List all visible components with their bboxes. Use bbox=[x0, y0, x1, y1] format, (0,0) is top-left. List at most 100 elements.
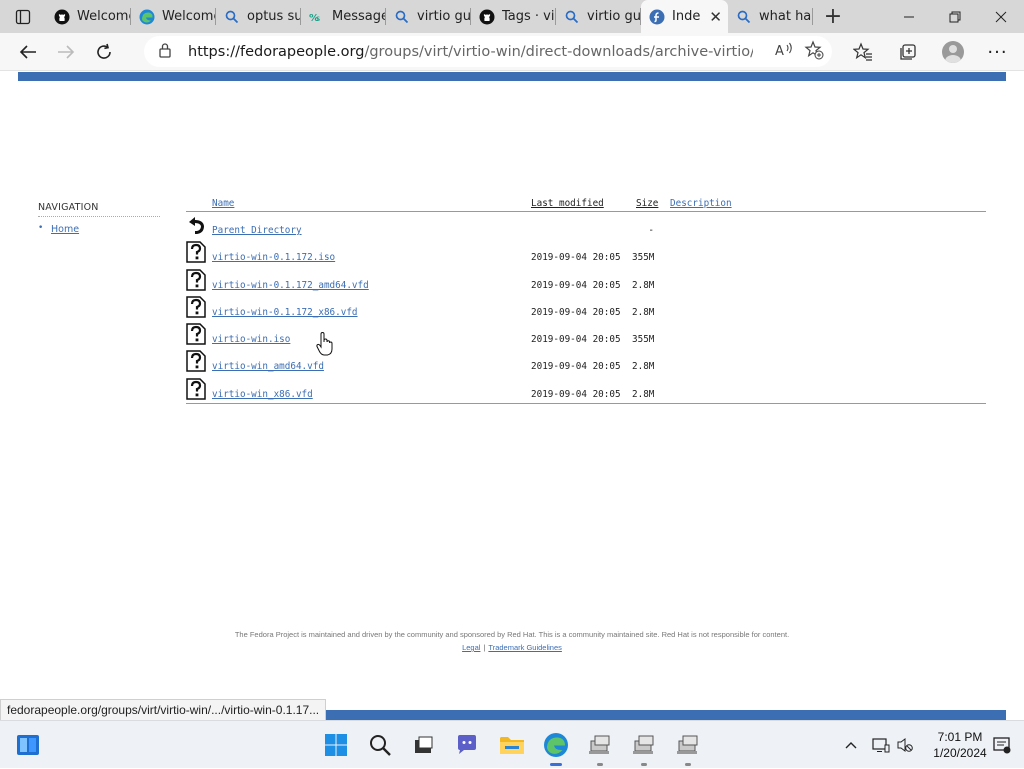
tab-title: virtio gu bbox=[587, 9, 641, 24]
refresh-icon bbox=[97, 43, 111, 59]
size-cell: 2.8M bbox=[632, 279, 655, 291]
page-content: NAVIGATION Home Name Last modified Size … bbox=[0, 72, 1024, 720]
sort-by-modified-link[interactable]: Last modified bbox=[531, 198, 604, 209]
lock-icon[interactable] bbox=[158, 42, 178, 62]
edge-taskbar-button[interactable] bbox=[540, 729, 572, 766]
sort-by-description-link[interactable]: Description bbox=[670, 198, 732, 209]
remote-app-button-2[interactable] bbox=[628, 729, 660, 766]
tab-what-happened-search[interactable]: what hap bbox=[728, 0, 813, 33]
computer-icon bbox=[677, 735, 698, 754]
show-hidden-icons-button[interactable] bbox=[840, 741, 862, 749]
file-link[interactable]: virtio-win.iso bbox=[212, 334, 290, 345]
folder-icon bbox=[500, 737, 524, 754]
widgets-button[interactable] bbox=[12, 729, 44, 761]
tab-index-active[interactable]: Inde ✕ bbox=[641, 0, 728, 33]
tab-actions-button[interactable] bbox=[0, 0, 46, 33]
back-icon bbox=[189, 217, 204, 234]
sort-by-size-link[interactable]: Size bbox=[636, 198, 658, 209]
start-button[interactable] bbox=[320, 729, 352, 761]
address-bar[interactable]: https://fedorapeople.org/groups/virt/vir… bbox=[144, 36, 832, 67]
footer-text: The Fedora Project is maintained and dri… bbox=[234, 630, 790, 639]
size-cell: 2.8M bbox=[632, 361, 655, 373]
search-button[interactable] bbox=[364, 729, 396, 761]
task-view-button[interactable] bbox=[407, 729, 439, 761]
volume-button[interactable] bbox=[894, 737, 916, 753]
link-status-tooltip: fedorapeople.org/groups/virt/virtio-win/… bbox=[0, 699, 327, 721]
modified-cell: 2019-09-04 20:05 bbox=[531, 334, 621, 346]
restore-icon bbox=[949, 11, 961, 22]
settings-menu-button[interactable]: ··· bbox=[975, 36, 1020, 68]
back-button[interactable] bbox=[9, 36, 47, 68]
star-add-icon bbox=[804, 39, 824, 59]
tab-optus-search[interactable]: optus su bbox=[216, 0, 301, 33]
tab-title: Welcome bbox=[162, 9, 216, 24]
search-icon bbox=[224, 9, 240, 25]
tab-title: virtio gu bbox=[417, 9, 471, 24]
edge-icon bbox=[139, 9, 155, 25]
running-indicator bbox=[597, 763, 603, 766]
notifications-button[interactable] bbox=[986, 729, 1018, 761]
file-link[interactable]: virtio-win-0.1.172.iso bbox=[212, 252, 335, 263]
remote-app-button-1[interactable] bbox=[584, 729, 616, 766]
tab-title: Message bbox=[332, 9, 386, 24]
new-tab-button[interactable]: + bbox=[813, 0, 853, 33]
listing-row: Parent Directory - bbox=[186, 212, 986, 239]
network-icon bbox=[872, 738, 890, 753]
browser-toolbar: https://fedorapeople.org/groups/virt/vir… bbox=[0, 33, 1024, 71]
chat-icon bbox=[458, 735, 476, 754]
notification-icon bbox=[993, 737, 1011, 754]
file-link[interactable]: virtio-win-0.1.172_x86.vfd bbox=[212, 307, 358, 318]
size-cell: 2.8M bbox=[632, 388, 655, 400]
fedora-icon bbox=[649, 9, 665, 25]
edge-icon bbox=[544, 733, 568, 757]
parent-directory-link[interactable]: Parent Directory bbox=[212, 225, 302, 236]
file-link[interactable]: virtio-win-0.1.172_amd64.vfd bbox=[212, 280, 369, 291]
hand-cursor-icon bbox=[316, 332, 333, 356]
minimize-button[interactable] bbox=[886, 0, 932, 33]
profile-button[interactable] bbox=[930, 36, 975, 68]
url-text[interactable]: https://fedorapeople.org/groups/virt/vir… bbox=[188, 44, 753, 60]
network-button[interactable] bbox=[868, 737, 894, 753]
tab-tags-github[interactable]: Tags · vir bbox=[471, 0, 556, 33]
modified-cell: 2019-09-04 20:05 bbox=[531, 388, 621, 400]
back-arrow-icon bbox=[19, 44, 36, 59]
tab-welcome-edge[interactable]: Welcome bbox=[131, 0, 216, 33]
restore-button[interactable] bbox=[932, 0, 978, 33]
add-favorite-button[interactable] bbox=[804, 39, 824, 64]
close-window-button[interactable] bbox=[978, 0, 1024, 33]
tab-message[interactable]: % s Message bbox=[301, 0, 386, 33]
listing-row: virtio-win-0.1.172_x86.vfd 2019-09-04 20… bbox=[186, 294, 986, 321]
listing-row: virtio-win-0.1.172.iso 2019-09-04 20:05 … bbox=[186, 239, 986, 266]
footer-separator: | bbox=[483, 643, 486, 652]
remote-app-button-3[interactable] bbox=[672, 729, 704, 766]
sort-by-name-link[interactable]: Name bbox=[212, 198, 234, 209]
tab-virtio-search-2[interactable]: virtio gu bbox=[556, 0, 641, 33]
chat-button[interactable] bbox=[451, 729, 483, 761]
collections-button[interactable] bbox=[885, 36, 930, 68]
close-tab-icon[interactable]: ✕ bbox=[709, 8, 722, 26]
running-indicator bbox=[641, 763, 647, 766]
modified-cell: 2019-09-04 20:05 bbox=[531, 361, 621, 373]
tab-virtio-search-1[interactable]: virtio gu bbox=[386, 0, 471, 33]
legal-link[interactable]: Legal bbox=[462, 643, 480, 652]
tab-title: optus su bbox=[247, 9, 301, 24]
refresh-button[interactable] bbox=[85, 36, 123, 68]
computer-icon bbox=[633, 735, 654, 754]
volume-muted-icon bbox=[897, 738, 913, 752]
tab-title: what hap bbox=[759, 9, 813, 24]
search-icon bbox=[394, 9, 410, 25]
trademark-guidelines-link[interactable]: Trademark Guidelines bbox=[488, 643, 562, 652]
file-link[interactable]: virtio-win_x86.vfd bbox=[212, 389, 313, 400]
forward-button[interactable] bbox=[47, 36, 85, 68]
unknown-file-icon bbox=[186, 268, 206, 291]
favorites-button[interactable] bbox=[840, 36, 885, 68]
tab-welcome-github[interactable]: Welcome bbox=[46, 0, 131, 33]
read-aloud-button[interactable]: A bbox=[774, 41, 794, 63]
listing-row: virtio-win.iso 2019-09-04 20:05 355M bbox=[186, 321, 986, 348]
file-explorer-button[interactable] bbox=[496, 729, 528, 761]
tab-actions-icon bbox=[15, 9, 31, 24]
unknown-file-icon bbox=[186, 378, 206, 400]
home-link[interactable]: Home bbox=[45, 224, 79, 235]
search-icon bbox=[370, 735, 391, 756]
file-link[interactable]: virtio-win_amd64.vfd bbox=[212, 361, 324, 372]
